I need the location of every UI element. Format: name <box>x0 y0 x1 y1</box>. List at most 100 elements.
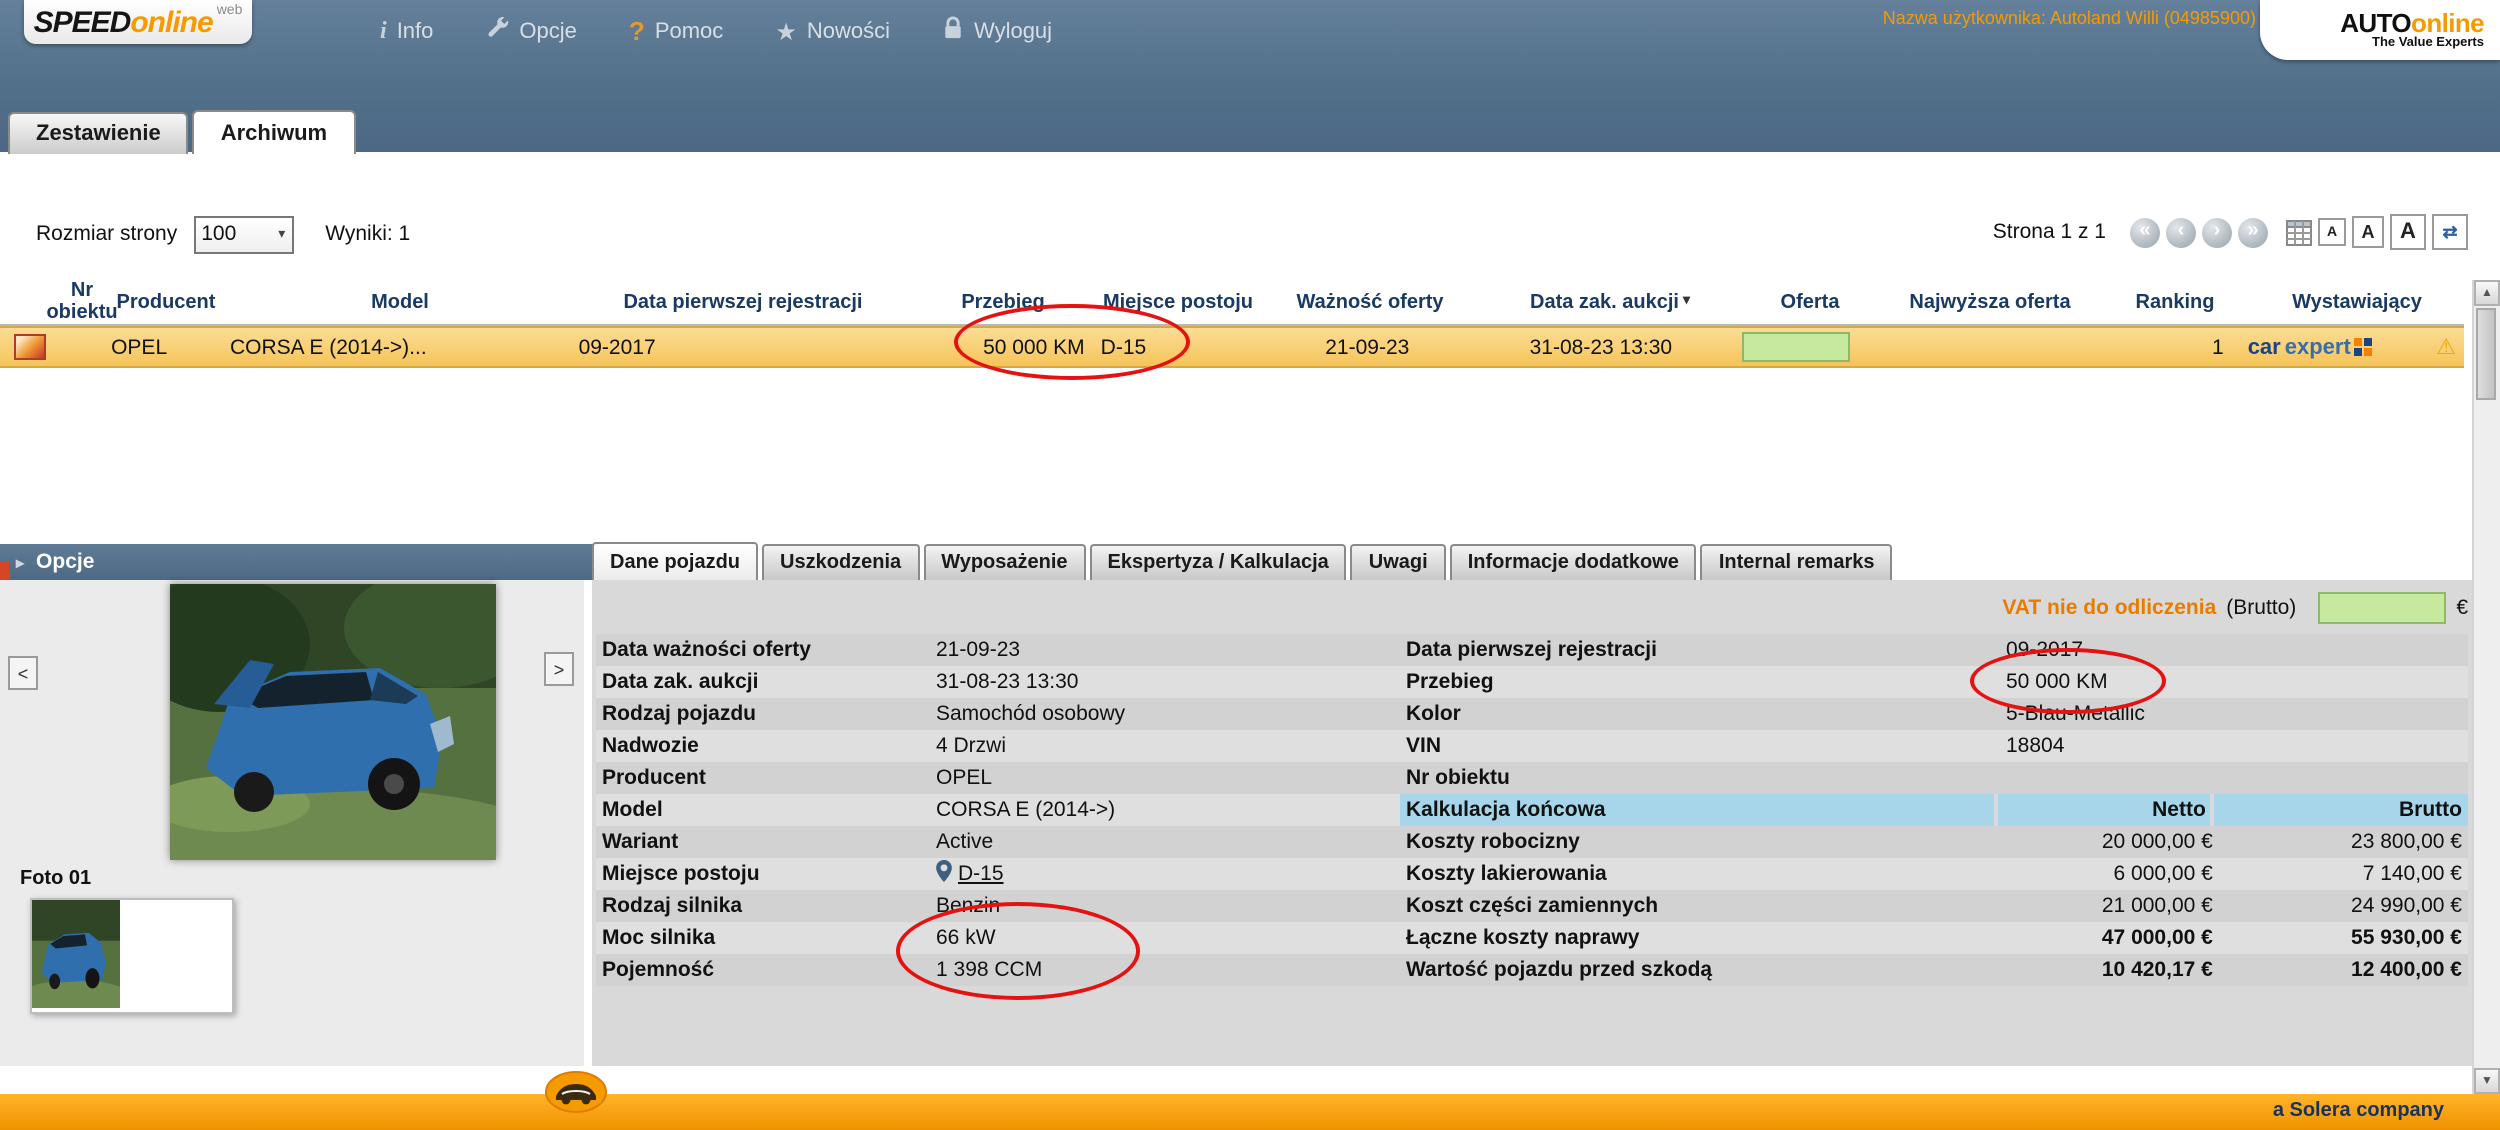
vehicle-detail-panel: VAT nie do odliczenia (Brutto) € Data wa… <box>592 580 2480 1066</box>
scroll-up-button[interactable]: ▲ <box>2474 280 2500 306</box>
field-row: Nadwozie 4 Drzwi <box>596 730 1400 762</box>
cell-wystawiajacy: car expert ⚠ <box>2240 328 2464 366</box>
calculation-row-total: Łączne koszty naprawy 47 000,00 €55 930,0… <box>1400 922 2468 954</box>
header-cell-producent[interactable]: Producent <box>108 280 224 324</box>
export-grid-button[interactable] <box>2286 219 2312 245</box>
logo-speed-text: SPEED <box>33 5 132 39</box>
last-page-button[interactable]: » <box>2238 217 2268 247</box>
row-thumbnail-cell <box>0 328 55 366</box>
location-link[interactable]: D-15 <box>958 862 1004 886</box>
autoonline-logo: AUTOonline The Value Experts <box>2260 0 2500 60</box>
carexpert-mark-icon <box>2354 338 2373 356</box>
main-tab-bar: Zestawienie Archiwum <box>8 110 356 154</box>
cell-oferta <box>1727 328 1863 366</box>
brand-tagline: The Value Experts <box>2372 36 2484 51</box>
scrollbar-thumb[interactable] <box>2476 308 2496 400</box>
netto-column-header: Netto <box>1997 794 2210 826</box>
prev-page-button[interactable]: ‹ <box>2166 217 2196 247</box>
header-cell-oferta[interactable]: Oferta <box>1740 280 1880 324</box>
vehicle-photo[interactable] <box>110 568 550 892</box>
font-size-large-button[interactable]: A <box>2390 214 2426 250</box>
logo-online-text: online <box>130 5 213 39</box>
font-size-small-button[interactable]: A <box>2318 218 2346 246</box>
photo-next-button[interactable]: > <box>544 652 574 686</box>
tab-ekspertyza-kalkulacja[interactable]: Ekspertyza / Kalkulacja <box>1089 544 1347 580</box>
field-row-przebieg: Przebieg 50 000 KM <box>1400 666 2468 698</box>
photo-label: Foto 01 <box>20 868 92 890</box>
header-cell-najwyzsza-oferta[interactable]: Najwyższa oferta <box>1880 280 2100 324</box>
photo-prev-button[interactable]: < <box>8 656 38 690</box>
tab-internal-remarks[interactable]: Internal remarks <box>1700 544 1893 580</box>
cell-producent: OPEL <box>111 335 168 359</box>
layout-switch-button[interactable]: ⇄ <box>2432 214 2468 250</box>
field-row: Data ważności oferty 21-09-23 <box>596 634 1400 666</box>
calculation-row: Koszty lakierowania 6 000,00 €7 140,00 € <box>1400 858 2468 890</box>
cell-model: CORSA E (2014->)... <box>230 335 427 359</box>
toolbar-right: Strona 1 z 1 « ‹ › » A A A ⇄ <box>1993 212 2468 252</box>
cell-nr-obiektu <box>55 328 106 366</box>
tab-uszkodzenia[interactable]: Uszkodzenia <box>762 544 920 580</box>
photo-thumbnail-icon[interactable] <box>14 334 46 360</box>
vat-input[interactable] <box>2318 592 2447 624</box>
field-row: Producent OPEL <box>596 762 1400 794</box>
menu-item-pomoc[interactable]: ? Pomoc <box>629 16 723 46</box>
tab-zestawienie[interactable]: Zestawienie <box>8 112 189 154</box>
scroll-down-button[interactable]: ▼ <box>2474 1068 2500 1094</box>
menu-label: Nowości <box>806 19 890 43</box>
tab-informacje-dodatkowe[interactable]: Informacje dodatkowe <box>1449 544 1697 580</box>
field-row: Data zak. aukcji 31-08-23 13:30 <box>596 666 1400 698</box>
cell-data-rejestracji: 09-2017 <box>578 335 656 359</box>
header-cell-miejsce-postoju[interactable]: Miejsce postoju <box>1096 280 1260 324</box>
menu-label: Pomoc <box>654 19 724 43</box>
toolbar-left: Rozmiar strony 100 ▾ Wyniki: 1 <box>36 215 411 253</box>
question-icon: ? <box>628 16 645 46</box>
menu-item-opcje[interactable]: Opcje <box>485 16 577 46</box>
header-cell-waznosc-oferty[interactable]: Ważność oferty <box>1260 280 1480 324</box>
header-cell-wystawiajacy[interactable]: Wystawiający <box>2250 280 2464 324</box>
header-cell-data-zak-aukcji[interactable]: Data zak. aukcji ▾ <box>1480 280 1740 324</box>
font-size-medium-button[interactable]: A <box>2352 216 2384 248</box>
select-arrow-icon: ▾ <box>278 228 286 242</box>
topbar: SPEED online web i Info Opcje ? Pomoc ★ No… <box>0 0 2500 152</box>
table-row[interactable]: OPEL CORSA E (2014->)... 09-2017 50 000 … <box>0 326 2464 368</box>
cell-miejsce-postoju: D-15 <box>1100 335 1147 359</box>
info-icon: i <box>380 16 387 44</box>
cell-ranking: 1 <box>2212 335 2224 359</box>
warning-icon[interactable]: ⚠ <box>2436 334 2456 360</box>
header-cell-model[interactable]: Model <box>224 280 576 324</box>
photo-thumbnail[interactable] <box>15 900 135 1021</box>
menu-label: Info <box>396 19 434 43</box>
page-size-select[interactable]: 100 ▾ <box>193 215 294 253</box>
header-cell-przebieg[interactable]: Przebieg <box>910 280 1096 324</box>
first-page-button[interactable]: « <box>2130 217 2160 247</box>
location-pin-icon <box>936 860 952 888</box>
tab-dane-pojazdu[interactable]: Dane pojazdu <box>592 542 759 580</box>
results-count: Wyniki: 1 <box>325 222 411 246</box>
options-panel-header[interactable]: ▸ Opcje <box>0 544 600 580</box>
vertical-scrollbar[interactable]: ▲ ▼ <box>2472 280 2500 1094</box>
header-cell-ranking[interactable]: Ranking <box>2100 280 2250 324</box>
menu-label: Wyloguj <box>974 19 1053 43</box>
tab-uwagi[interactable]: Uwagi <box>1350 544 1446 580</box>
menu-item-wyloguj[interactable]: Wyloguj <box>942 16 1052 46</box>
menu-label: Opcje <box>519 19 577 43</box>
logged-in-user: Nazwa użytkownika: Autoland Willi (04985… <box>1882 8 2256 28</box>
brand-auto-text: AUTO <box>2340 7 2412 38</box>
detail-tab-bar: Dane pojazdu Uszkodzenia Wyposażenie Eks… <box>592 542 1893 580</box>
options-panel-title: Opcje <box>36 550 95 574</box>
menu-item-info[interactable]: i Info <box>380 16 433 46</box>
tab-wyposazenie[interactable]: Wyposażenie <box>923 544 1086 580</box>
field-row: Kolor 5-Blau-Metallic <box>1400 698 2468 730</box>
next-page-button[interactable]: › <box>2202 217 2232 247</box>
menu-item-nowosci[interactable]: ★ Nowości <box>775 17 890 45</box>
header-cell-nr-obiektu[interactable]: Nr obiektu <box>46 280 117 324</box>
calculation-row: Koszt części zamiennych 21 000,00 €24 990… <box>1400 890 2468 922</box>
header-cell-data-rejestracji[interactable]: Data pierwszej rejestracji <box>576 280 910 324</box>
tab-archiwum[interactable]: Archiwum <box>192 110 356 154</box>
offer-input[interactable] <box>1741 332 1850 362</box>
field-row: Model CORSA E (2014->) <box>596 794 1400 826</box>
field-row: Wariant Active <box>596 826 1400 858</box>
results-table-header: Nr obiektu Producent Model Data pierwsze… <box>0 280 2464 326</box>
cell-najwyzsza-oferta <box>1864 328 2078 366</box>
field-row: Rodzaj pojazdu Samochód osobowy <box>596 698 1400 730</box>
